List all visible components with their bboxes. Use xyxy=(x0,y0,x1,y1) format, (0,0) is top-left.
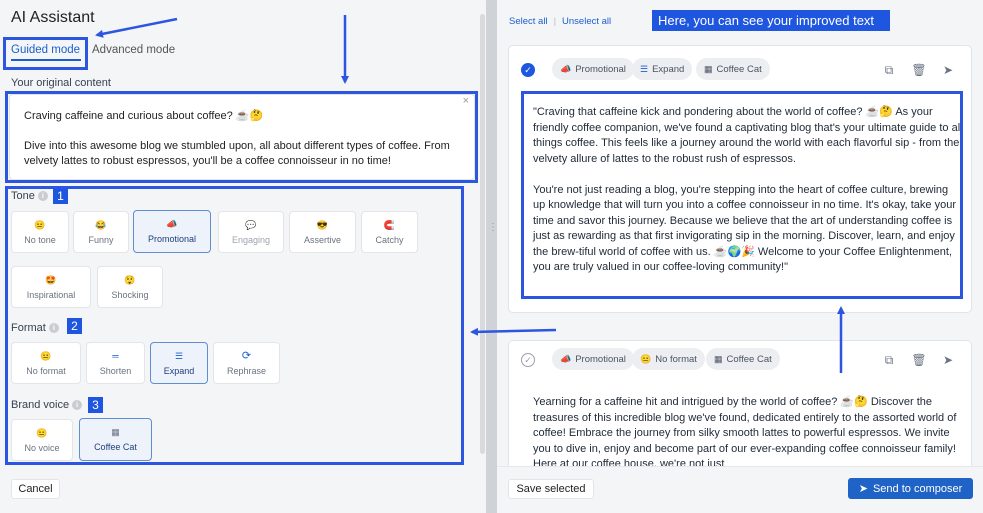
copy-icon[interactable]: ⧉ xyxy=(882,63,896,77)
chip-label: No format xyxy=(655,353,697,365)
annotation-box-original xyxy=(5,91,478,183)
results-panel: Select all | Unselect all Here, you can … xyxy=(497,0,983,513)
original-content-label: Your original content xyxy=(11,77,111,89)
chip-label: Coffee Cat xyxy=(716,63,762,75)
building-icon: ▦ xyxy=(714,353,723,364)
chip-label: Expand xyxy=(652,63,685,75)
checkbox-checked-icon[interactable]: ✓ xyxy=(521,63,535,77)
tag-chip: ☰ Expand xyxy=(632,58,693,80)
tag-chip: ▦ Coffee Cat xyxy=(706,348,780,370)
send-icon[interactable]: ➤ xyxy=(941,353,955,367)
chip-label: Promotional xyxy=(575,63,626,75)
copy-icon[interactable]: ⧉ xyxy=(882,353,896,367)
tab-advanced-mode[interactable]: Advanced mode xyxy=(92,44,175,56)
separator: | xyxy=(553,16,557,27)
annotation-box-options xyxy=(5,186,464,465)
expand-lines-icon: ☰ xyxy=(640,63,649,74)
tag-chip: 📣 Promotional xyxy=(552,348,634,370)
drag-handle-icon[interactable]: ⋮ xyxy=(488,222,498,236)
ai-assistant-panel: AI Assistant Guided mode Advanced mode Y… xyxy=(0,0,486,513)
tag-chip: 😐 No format xyxy=(632,348,705,370)
selection-links: Select all | Unselect all xyxy=(509,16,611,27)
left-footer xyxy=(0,473,486,513)
cancel-button[interactable]: Cancel xyxy=(11,479,60,499)
send-to-composer-button[interactable]: ➤ Send to composer xyxy=(848,478,973,499)
panel-divider[interactable] xyxy=(486,0,497,513)
tag-chip: 📣 Promotional xyxy=(552,58,634,80)
send-button-label: Send to composer xyxy=(872,482,963,495)
megaphone-icon: 📣 xyxy=(560,353,572,364)
save-selected-button[interactable]: Save selected xyxy=(508,479,594,499)
trash-icon[interactable]: 🗑 xyxy=(911,353,926,367)
annotation-box-guided-mode xyxy=(3,37,88,70)
chip-label: Coffee Cat xyxy=(726,353,772,365)
send-icon: ➤ xyxy=(858,483,868,495)
trash-icon[interactable]: 🗑 xyxy=(911,63,926,77)
annotation-box-result xyxy=(521,91,963,299)
building-icon: ▦ xyxy=(704,63,713,74)
annotation-callout: Here, you can see your improved text xyxy=(652,10,890,31)
left-scrollbar[interactable] xyxy=(480,14,485,454)
neutral-face-icon: 😐 xyxy=(640,353,652,364)
send-icon[interactable]: ➤ xyxy=(941,63,955,77)
unselect-all-link[interactable]: Unselect all xyxy=(562,16,611,27)
megaphone-icon: 📣 xyxy=(560,63,572,74)
select-all-link[interactable]: Select all xyxy=(509,16,548,27)
tag-chip: ▦ Coffee Cat xyxy=(696,58,770,80)
chip-label: Promotional xyxy=(575,353,626,365)
result-paragraph: Yearning for a caffeine hit and intrigue… xyxy=(533,396,957,470)
panel-title: AI Assistant xyxy=(11,9,95,26)
checkbox-unchecked-icon[interactable]: ✓ xyxy=(521,353,535,367)
